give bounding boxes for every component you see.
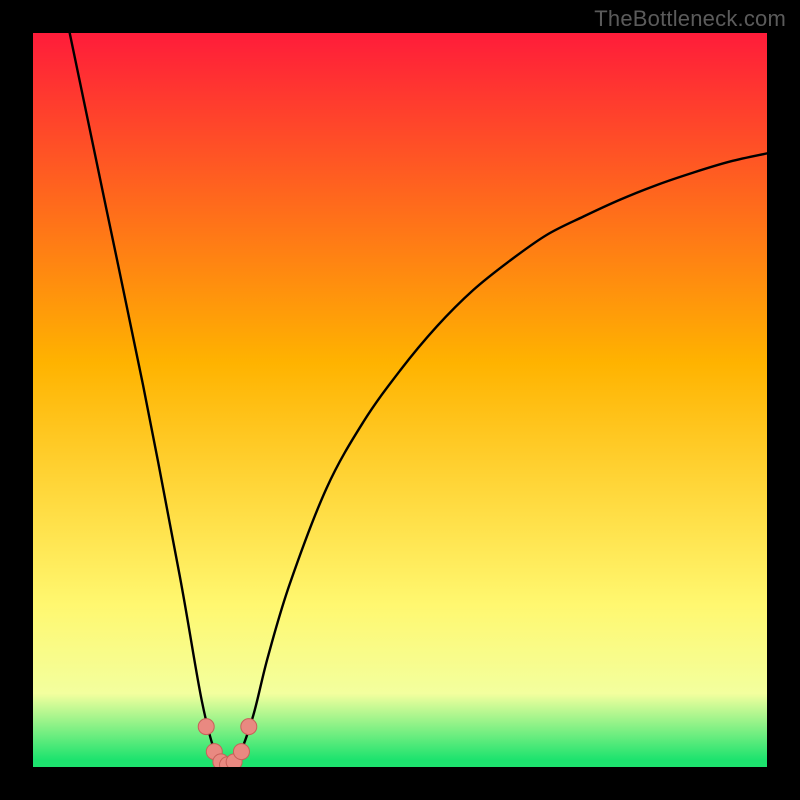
gradient-background	[33, 33, 767, 767]
watermark-text: TheBottleneck.com	[594, 6, 786, 32]
plot-area	[33, 33, 767, 767]
